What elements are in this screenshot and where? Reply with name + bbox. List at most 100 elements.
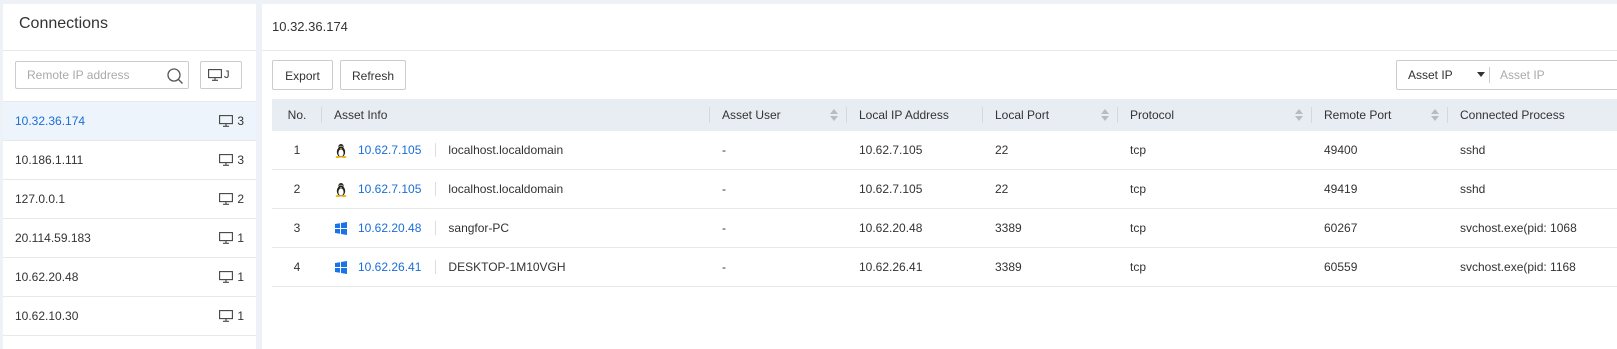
asset-user-cell: - — [710, 169, 847, 209]
asset-user-cell: - — [710, 131, 847, 170]
table-row: 4 10.62.26.41 DESKTOP-1M10VGH -10.62.26.41 3… — [272, 247, 1617, 287]
remote-ip-search-input[interactable] — [16, 62, 167, 88]
row-number-cell: 1 — [272, 131, 322, 170]
process-cell: sshd — [1448, 169, 1617, 209]
sort-icon[interactable] — [830, 109, 838, 121]
connection-ip: 10.62.10.30 — [15, 309, 79, 323]
asset-divider — [435, 182, 437, 196]
search-row: J — [3, 51, 256, 102]
asset-ip-link[interactable]: 10.62.20.48 — [358, 221, 421, 235]
filter-field-select[interactable]: Asset IP — [1397, 68, 1485, 82]
details-title: 10.32.36.174 — [262, 4, 1617, 51]
header-local-port[interactable]: Local Port — [983, 99, 1118, 131]
connection-ip: 10.186.1.111 — [15, 153, 84, 167]
connection-count: 1 — [219, 297, 244, 335]
asset-info-cell: 10.62.26.41 DESKTOP-1M10VGH — [322, 247, 710, 287]
asset-hostname: localhost.localdomain — [448, 143, 564, 157]
process-cell: svchost.exe(pid: 1168 — [1448, 247, 1617, 287]
connection-count: 2 — [219, 180, 244, 218]
asset-filter: Asset IP Asset IP — [1396, 60, 1617, 90]
connection-count: 3 — [219, 141, 244, 179]
filter-field-value: Asset IP — [1408, 68, 1453, 82]
table-body: 1 10.62.7.105 localhost.localdomain -10.62.… — [272, 131, 1617, 287]
process-cell: svchost.exe(pid: 1068 — [1448, 208, 1617, 248]
monitor-icon — [219, 232, 234, 244]
header-protocol[interactable]: Protocol — [1118, 99, 1312, 131]
search-box[interactable] — [15, 61, 189, 89]
connection-list: 10.32.36.174 3 10.186.1.111 3 127.0.0.1 2 20.1… — [3, 102, 256, 336]
connection-count-value: 1 — [237, 270, 244, 284]
asset-hostname: DESKTOP-1M10VGH — [448, 260, 566, 274]
asset-info-cell: 10.62.20.48 sangfor-PC — [322, 208, 710, 248]
local-ip-cell: 10.62.7.105 — [847, 169, 983, 209]
protocol-cell: tcp — [1118, 208, 1312, 248]
table-row: 2 10.62.7.105 localhost.localdomain -10.62.… — [272, 169, 1617, 209]
connection-ip: 127.0.0.1 — [15, 192, 66, 206]
connection-count-value: 2 — [237, 192, 244, 206]
table-row: 1 10.62.7.105 localhost.localdomain -10.62.… — [272, 131, 1617, 170]
search-icon[interactable] — [166, 67, 184, 85]
monitor-icon — [219, 154, 234, 166]
toolbar: Export Refresh Asset IP Asset IP — [262, 51, 1617, 99]
sort-icon[interactable] — [1101, 109, 1109, 121]
connection-count-value: 1 — [237, 231, 244, 245]
connection-item[interactable]: 10.62.10.30 1 — [3, 297, 256, 336]
header-local-ip: Local IP Address — [847, 99, 983, 131]
asset-user-cell: - — [710, 247, 847, 287]
remote-port-cell: 60267 — [1312, 208, 1448, 248]
connection-count: 1 — [219, 219, 244, 257]
local-port-cell: 3389 — [983, 247, 1118, 287]
sort-icon[interactable] — [1431, 109, 1439, 121]
asset-info-cell: 10.62.7.105 localhost.localdomain — [322, 131, 710, 170]
connection-ip: 10.62.20.48 — [15, 270, 79, 284]
connection-item[interactable]: 20.114.59.183 1 — [3, 219, 256, 258]
process-cell: sshd — [1448, 131, 1617, 170]
asset-ip-link[interactable]: 10.62.7.105 — [358, 143, 421, 157]
protocol-cell: tcp — [1118, 131, 1312, 170]
connection-count: 1 — [219, 258, 244, 296]
protocol-cell: tcp — [1118, 247, 1312, 287]
asset-divider — [435, 260, 437, 274]
connection-count: 3 — [219, 102, 244, 140]
header-asset-user[interactable]: Asset User — [710, 99, 847, 131]
header-remote-port[interactable]: Remote Port — [1312, 99, 1448, 131]
header-connected-process: Connected Process — [1448, 99, 1617, 131]
asset-hostname: sangfor-PC — [448, 221, 510, 235]
asset-ip-link[interactable]: 10.62.26.41 — [358, 260, 421, 274]
connection-item[interactable]: 10.186.1.111 3 — [3, 141, 256, 180]
sort-icon[interactable] — [1295, 109, 1303, 121]
windows-icon — [335, 221, 347, 235]
header-asset-info: Asset Info — [322, 99, 710, 131]
remote-port-cell: 49400 — [1312, 131, 1448, 170]
row-number-cell: 4 — [272, 247, 322, 287]
local-port-cell: 3389 — [983, 208, 1118, 248]
asset-ip-link[interactable]: 10.62.7.105 — [358, 182, 421, 196]
connection-ip: 20.114.59.183 — [15, 231, 91, 245]
asset-hostname: localhost.localdomain — [448, 182, 564, 196]
connection-count-value: 3 — [237, 153, 244, 167]
local-ip-cell: 10.62.26.41 — [847, 247, 983, 287]
connection-count-value: 3 — [237, 114, 244, 128]
refresh-button[interactable]: Refresh — [340, 60, 406, 90]
view-toggle-button[interactable]: J — [200, 61, 242, 89]
connection-item[interactable]: 10.62.20.48 1 — [3, 258, 256, 297]
connection-item[interactable]: 10.32.36.174 3 — [3, 102, 256, 141]
local-port-cell: 22 — [983, 131, 1118, 170]
asset-divider — [435, 221, 437, 235]
linux-icon — [335, 182, 347, 197]
asset-divider — [435, 143, 437, 157]
asset-ip-filter-input[interactable]: Asset IP — [1500, 68, 1545, 82]
connection-details-panel: 10.32.36.174 Export Refresh Asset IP Ass… — [262, 4, 1617, 349]
local-port-cell: 22 — [983, 169, 1118, 209]
monitor-icon — [219, 115, 234, 127]
connection-item[interactable]: 127.0.0.1 2 — [3, 180, 256, 219]
view-toggle-label: J — [224, 69, 230, 81]
monitor-icon — [219, 310, 234, 322]
connections-table: No. Asset Info Asset User Local IP Addre… — [272, 99, 1617, 287]
export-button[interactable]: Export — [272, 60, 333, 90]
table-header-row: No. Asset Info Asset User Local IP Addre… — [272, 99, 1617, 131]
windows-icon — [335, 260, 347, 274]
local-ip-cell: 10.62.20.48 — [847, 208, 983, 248]
connection-ip: 10.32.36.174 — [15, 114, 86, 128]
connections-panel: Connections J 10.32.36.174 3 10.186.1.111 3… — [3, 4, 256, 349]
